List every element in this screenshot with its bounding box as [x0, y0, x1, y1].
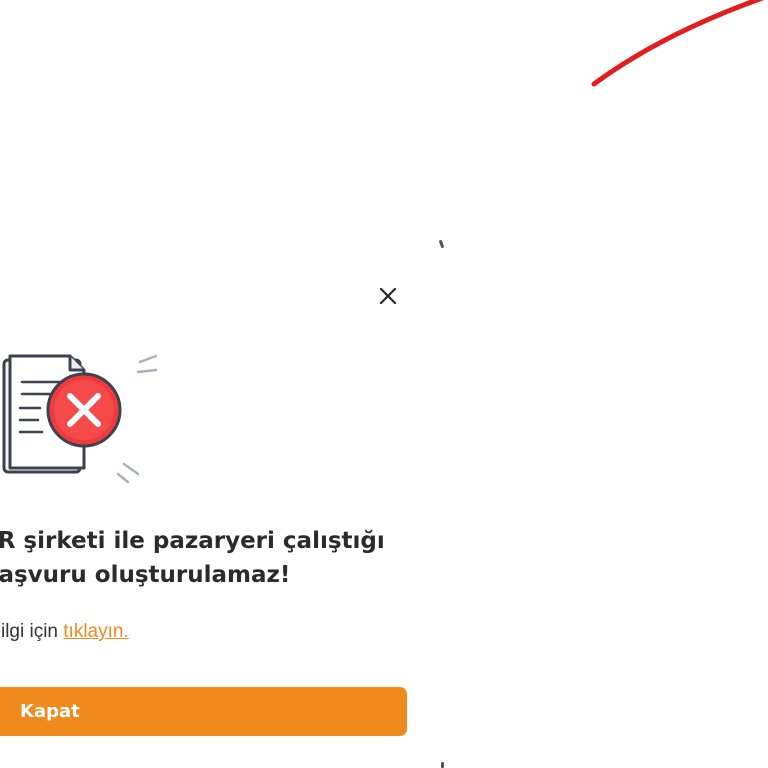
- error-message: TR şirketi ile pazaryeri çalıştığı başvu…: [0, 524, 422, 592]
- info-text: ha bilgi için tıklayın.: [0, 621, 129, 643]
- error-message-line-2: başvuru oluşturulamaz!: [0, 562, 291, 588]
- close-icon: [379, 287, 397, 305]
- modal-close-button[interactable]: [374, 282, 402, 310]
- info-link[interactable]: tıklayın.: [63, 621, 128, 642]
- decorative-tick-mark: [438, 239, 445, 249]
- decorative-tick-mark: [441, 762, 444, 768]
- document-error-icon: [2, 354, 158, 484]
- page: TR şirketi ile pazaryeri çalıştığı başvu…: [0, 0, 768, 768]
- decorative-red-arc: [591, 0, 765, 87]
- kapat-button[interactable]: Kapat: [0, 687, 407, 736]
- info-prefix: ha bilgi için: [0, 621, 58, 642]
- error-message-line-1: TR şirketi ile pazaryeri çalıştığı: [0, 528, 385, 554]
